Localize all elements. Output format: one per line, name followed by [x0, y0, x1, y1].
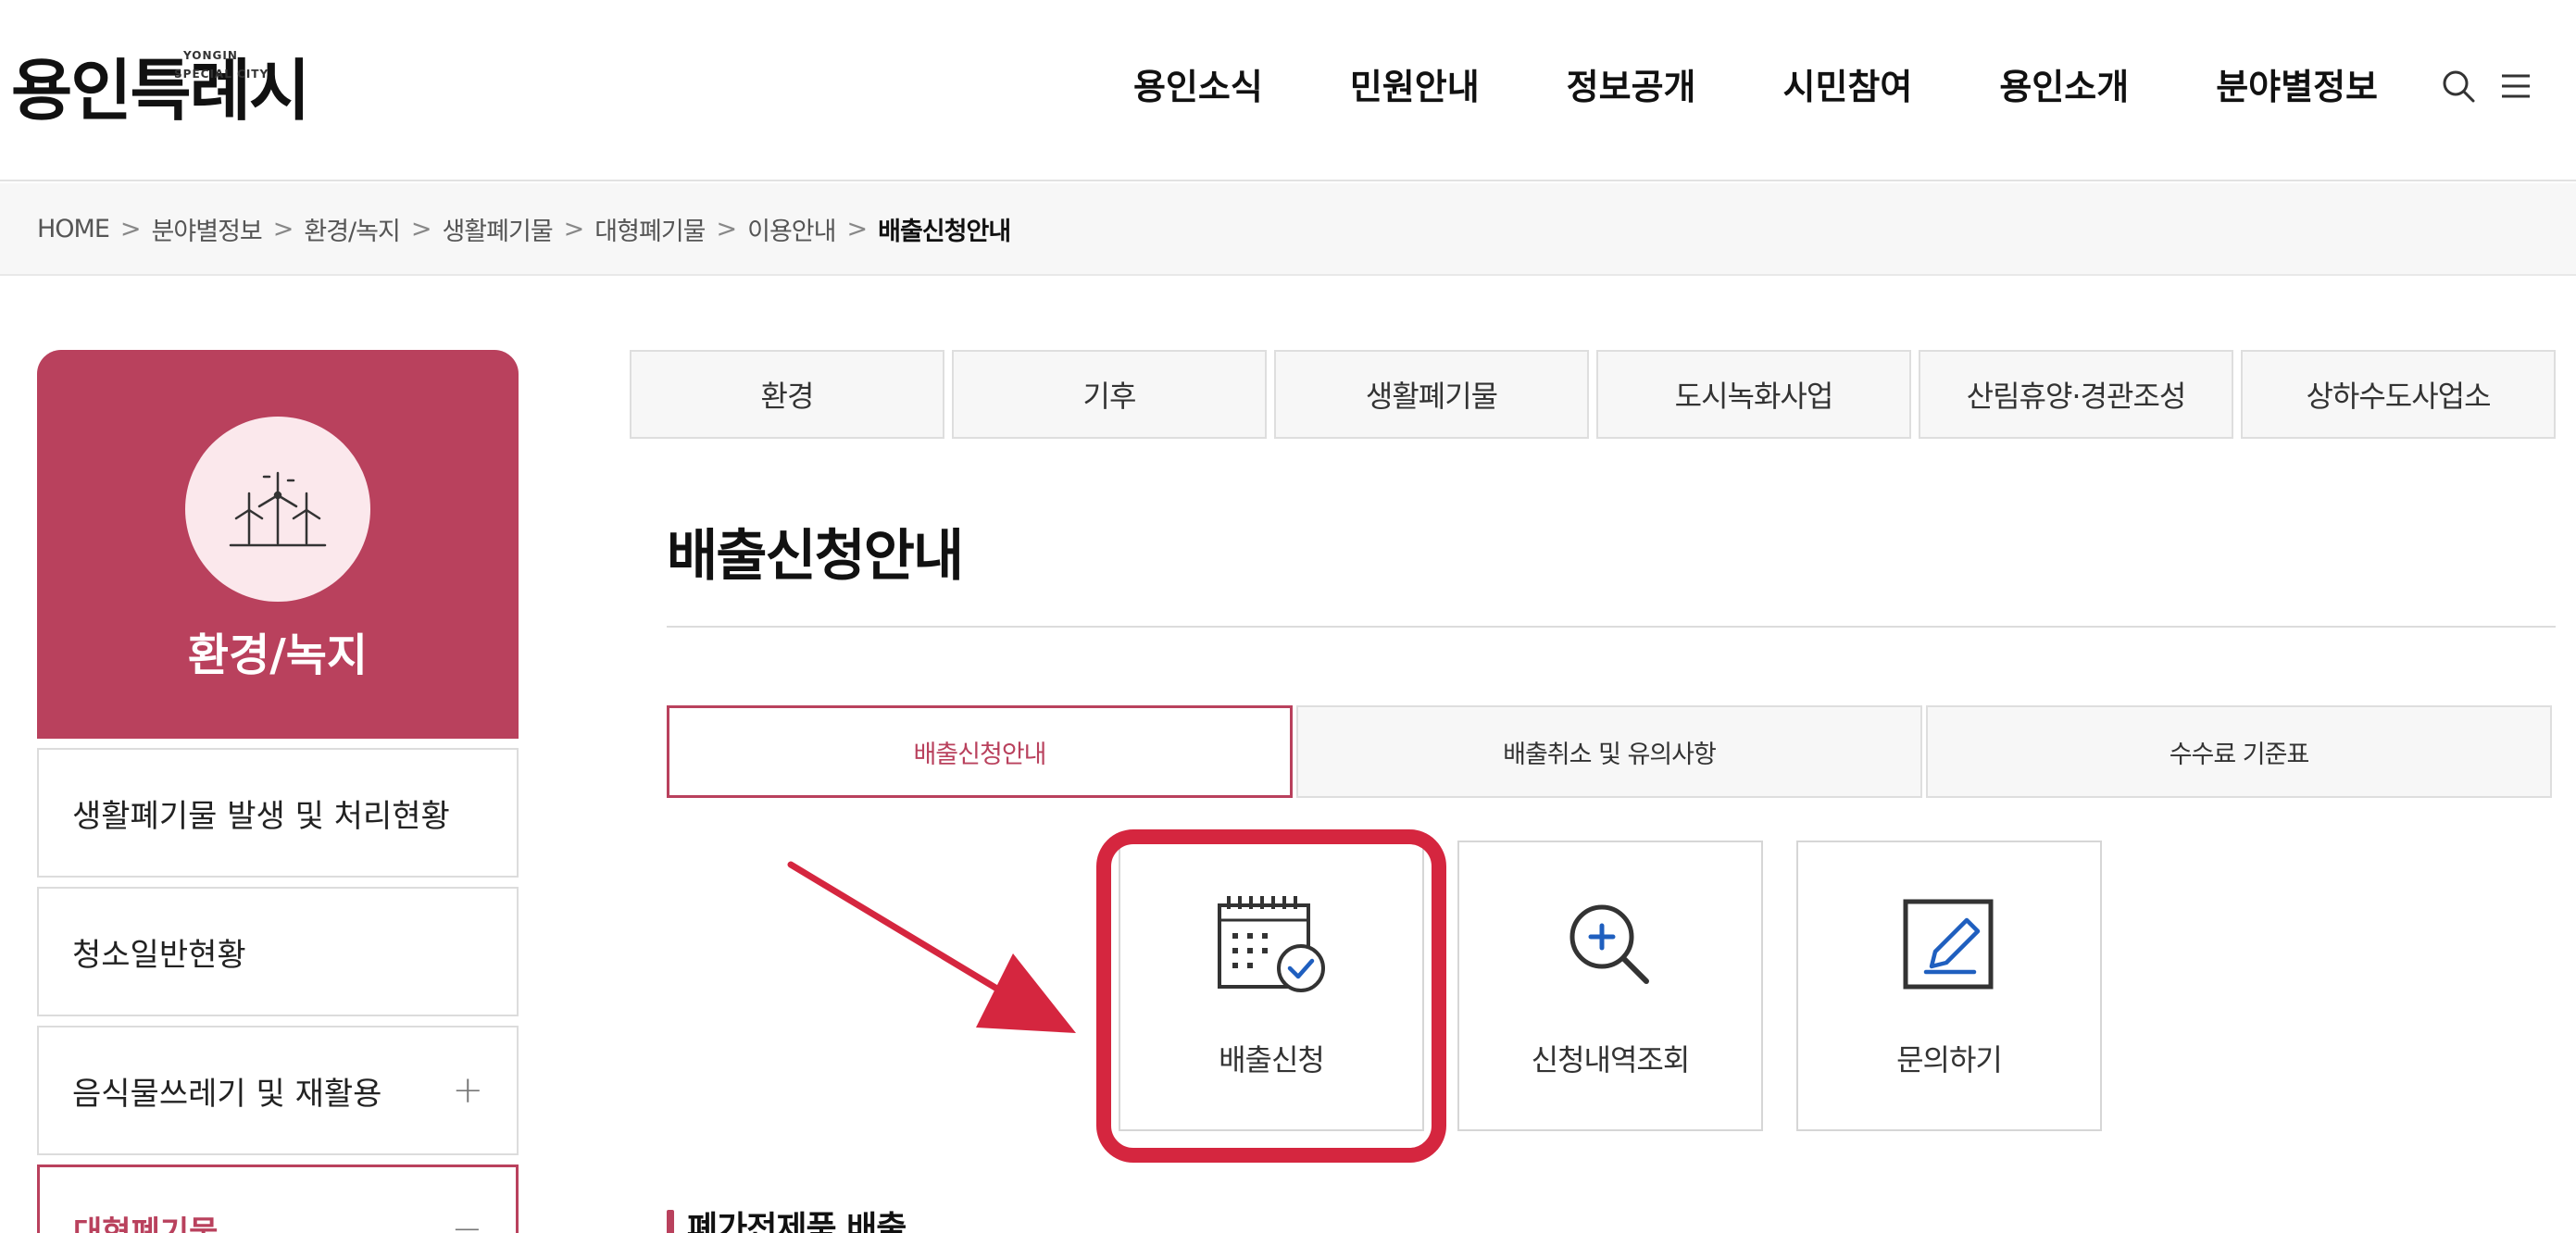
tab-household-waste[interactable]: 생활폐기물: [1274, 350, 1589, 439]
nav-item-about[interactable]: 용인소개: [1956, 57, 2172, 117]
subtab-disposal-guide[interactable]: 배출신청안내: [667, 705, 1293, 798]
sidebar-icon-circle: [185, 417, 370, 602]
breadcrumb-separator: >: [563, 214, 585, 243]
sidebar-item-label: 청소일반현황: [72, 936, 246, 974]
action-label: 신청내역조회: [1531, 1042, 1691, 1077]
request-history-button[interactable]: 신청내역조회: [1457, 841, 1763, 1131]
sidebar-item-food-waste[interactable]: 음식물쓰레기 및 재활용 +: [37, 1026, 519, 1155]
nav-item-civil[interactable]: 민원안내: [1307, 57, 1523, 117]
sidebar-title: 환경/녹지: [187, 629, 369, 681]
sidebar-item-cleaning[interactable]: 청소일반현황: [37, 887, 519, 1016]
annotation-arrow-icon: [787, 861, 1076, 1033]
sidebar-header: 환경/녹지: [37, 350, 519, 739]
breadcrumb-home[interactable]: HOME: [37, 215, 110, 243]
breadcrumb-item[interactable]: 이용안내: [747, 211, 836, 247]
section-heading: 폐가전제품 배출: [667, 1202, 907, 1233]
tab-climate[interactable]: 기후: [952, 350, 1267, 439]
breadcrumb-item[interactable]: 대형폐기물: [594, 211, 706, 247]
calendar-check-icon: [1218, 896, 1325, 992]
edit-pencil-icon: [1903, 899, 1994, 990]
subtab-fee-table[interactable]: 수수료 기준표: [1926, 705, 2552, 798]
tab-urban-greening[interactable]: 도시녹화사업: [1596, 350, 1911, 439]
breadcrumb-separator: >: [846, 214, 869, 243]
search-plus-icon: [1569, 904, 1649, 984]
collapse-minus-icon[interactable]: −: [451, 1208, 482, 1233]
breadcrumb-separator: >: [716, 214, 738, 243]
breadcrumb-item[interactable]: 환경/녹지: [304, 211, 400, 247]
title-divider: [667, 626, 2556, 628]
logo-subtext: YONGIN SPECIAL CITY: [174, 49, 269, 81]
action-label: 배출신청: [1219, 1042, 1325, 1077]
menu-icon[interactable]: [2500, 72, 2532, 100]
sidebar-item-label: 음식물쓰레기 및 재활용: [72, 1075, 382, 1113]
action-label: 문의하기: [1896, 1042, 2003, 1077]
expand-plus-icon[interactable]: +: [452, 1069, 483, 1112]
section-heading-text: 폐가전제품 배출: [687, 1210, 907, 1233]
disposal-request-button[interactable]: 배출신청: [1119, 841, 1424, 1131]
wind-turbine-icon: [229, 471, 327, 547]
breadcrumb-current: 배출신청안내: [878, 217, 1011, 246]
nav-item-info[interactable]: 정보공개: [1523, 57, 1740, 117]
breadcrumb: HOME > 분야별정보 > 환경/녹지 > 생활폐기물 > 대형폐기물 > 이…: [0, 183, 2576, 276]
page-title: 배출신청안내: [667, 524, 964, 589]
sidebar-item-label: 생활폐기물 발생 및 처리현황: [72, 797, 450, 835]
breadcrumb-item[interactable]: 생활폐기물: [442, 211, 553, 247]
content-subtabs: 배출신청안내 배출취소 및 유의사항 수수료 기준표: [667, 705, 2552, 798]
breadcrumb-item[interactable]: 분야별정보: [152, 211, 263, 247]
tab-environment[interactable]: 환경: [630, 350, 944, 439]
tab-water-sewage[interactable]: 상하수도사업소: [2241, 350, 2556, 439]
nav-item-field[interactable]: 분야별정보: [2172, 57, 2396, 117]
sidebar-item-label: 대형폐기물: [73, 1214, 219, 1233]
nav-item-citizen[interactable]: 시민참여: [1740, 57, 1957, 117]
sidebar-item-waste-status[interactable]: 생활폐기물 발생 및 처리현황: [37, 748, 519, 878]
tab-forest-recreation[interactable]: 산림휴양·경관조성: [1919, 350, 2233, 439]
page: 용인특례시 YONGIN SPECIAL CITY 용인소식 민원안내 정보공개…: [0, 0, 2576, 1233]
category-tabs: 환경 기후 생활폐기물 도시녹화사업 산림휴양·경관조성 상하수도사업소: [630, 350, 2556, 439]
header-tools: [2441, 68, 2532, 104]
search-icon[interactable]: [2441, 68, 2476, 104]
site-logo[interactable]: 용인특례시 YONGIN SPECIAL CITY: [11, 43, 310, 139]
nav-item-news[interactable]: 용인소식: [1090, 57, 1307, 117]
breadcrumb-separator: >: [272, 214, 294, 243]
breadcrumb-separator: >: [410, 214, 432, 243]
main-nav: 용인소식 민원안내 정보공개 시민참여 용인소개 분야별정보: [1090, 57, 2396, 117]
sidebar: 환경/녹지 생활폐기물 발생 및 처리현황 청소일반현황 음식물쓰레기 및 재활…: [37, 350, 519, 1233]
sidebar-item-bulky-waste[interactable]: 대형폐기물 −: [37, 1164, 519, 1233]
subtab-cancel-notes[interactable]: 배출취소 및 유의사항: [1296, 705, 1922, 798]
section-bar: [667, 1210, 674, 1233]
breadcrumb-separator: >: [119, 214, 142, 243]
site-header: 용인특례시 YONGIN SPECIAL CITY 용인소식 민원안내 정보공개…: [0, 0, 2576, 181]
action-buttons: 배출신청 신청내역조회 문의하기: [1119, 841, 2102, 1131]
inquiry-button[interactable]: 문의하기: [1796, 841, 2102, 1131]
